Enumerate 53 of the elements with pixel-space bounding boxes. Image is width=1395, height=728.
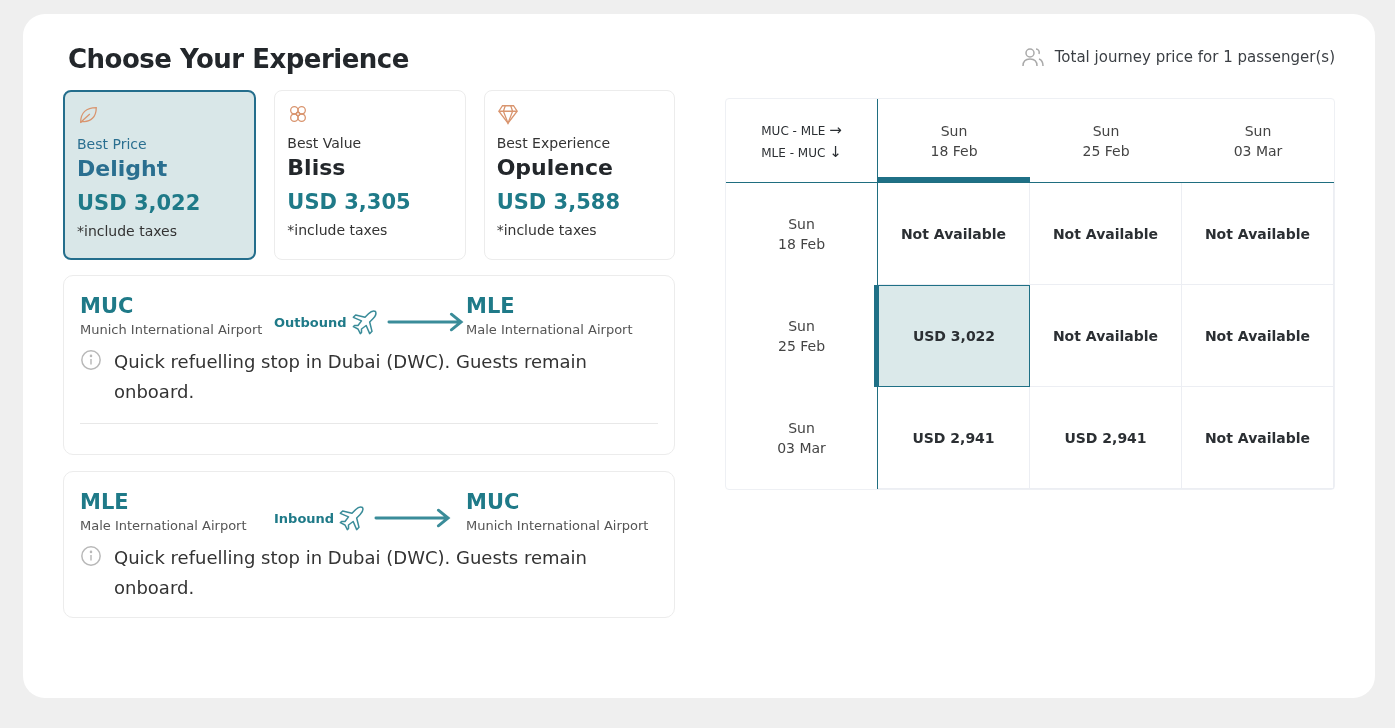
airport-name: Munich International Airport — [80, 322, 264, 337]
experience-tag: Best Experience — [496, 135, 662, 151]
info-icon — [80, 349, 102, 371]
airport-code: MLE — [80, 490, 130, 514]
experience-price: USD 3,022 — [77, 191, 202, 215]
passenger-note: Total journey price for 1 passenger(s) — [1054, 48, 1335, 66]
airport-name: Munich International Airport — [466, 518, 649, 533]
leaf-icon — [77, 104, 99, 126]
experience-name: Delight — [77, 156, 169, 181]
date-row-header: Sun 03 Mar — [726, 387, 878, 489]
notice-text: Quick refuelling stop in Dubai (DWC). Guests remain onboard. — [114, 546, 588, 600]
experience-name: Opulence — [496, 155, 614, 180]
date-column-header[interactable]: Sun 25 Feb — [1030, 99, 1182, 183]
experience-card[interactable]: Best Value Bliss USD 3,305 *include taxes — [274, 90, 466, 260]
experience-price: USD 3,305 — [287, 190, 412, 214]
experience-card[interactable]: Best Price Delight USD 3,022 *include taxes — [63, 90, 257, 260]
direction-label: Inbound — [274, 510, 335, 526]
info-icon — [80, 545, 102, 567]
tax-note: *include taxes — [496, 222, 598, 238]
people-icon — [1020, 45, 1045, 69]
route-label: MLE - MUC ↓ — [761, 142, 842, 161]
airport-code: MLE — [466, 294, 516, 318]
experience-card[interactable]: Best Experience Opulence USD 3,588 *include taxes — [483, 90, 675, 260]
date-row-header: Sun 18 Feb — [726, 183, 878, 285]
experience-price: USD 3,588 — [496, 190, 621, 214]
tax-note: *include taxes — [287, 222, 389, 238]
arrow-icon — [374, 508, 453, 528]
fare-cell[interactable]: Not Available — [1182, 387, 1334, 489]
fare-cell[interactable]: USD 3,022 — [874, 285, 1030, 387]
date-column-header[interactable]: Sun 18 Feb — [878, 99, 1030, 183]
fare-cell[interactable]: Not Available — [1182, 285, 1334, 387]
tax-note: *include taxes — [77, 223, 178, 239]
route-label: MUC - MLE → — [761, 120, 842, 139]
fare-cell[interactable]: Not Available — [1030, 285, 1182, 387]
diamond-icon — [496, 103, 519, 125]
direction-label: Outbound — [274, 314, 347, 330]
fare-cell[interactable]: USD 2,941 — [878, 387, 1030, 489]
airport-code: MUC — [80, 294, 135, 318]
date-column-header[interactable]: Sun 03 Mar — [1182, 99, 1334, 183]
fare-cell[interactable]: Not Available — [1182, 183, 1334, 285]
plane-icon — [350, 308, 379, 336]
plane-icon — [338, 504, 367, 532]
page-title: Choose Your Experience — [68, 44, 410, 74]
arrow-icon — [386, 312, 465, 332]
fare-cell[interactable]: Not Available — [1030, 183, 1182, 285]
notice-text: Quick refuelling stop in Dubai (DWC). Guests remain onboard. — [114, 350, 588, 404]
airport-name: Male International Airport — [80, 518, 248, 533]
airport-name: Male International Airport — [466, 322, 633, 337]
experience-tag: Best Price — [77, 136, 243, 152]
experience-tag: Best Value — [287, 135, 453, 151]
experience-name: Bliss — [287, 155, 347, 180]
fare-cell[interactable]: USD 2,941 — [1030, 387, 1182, 489]
airport-code: MUC — [466, 490, 521, 514]
